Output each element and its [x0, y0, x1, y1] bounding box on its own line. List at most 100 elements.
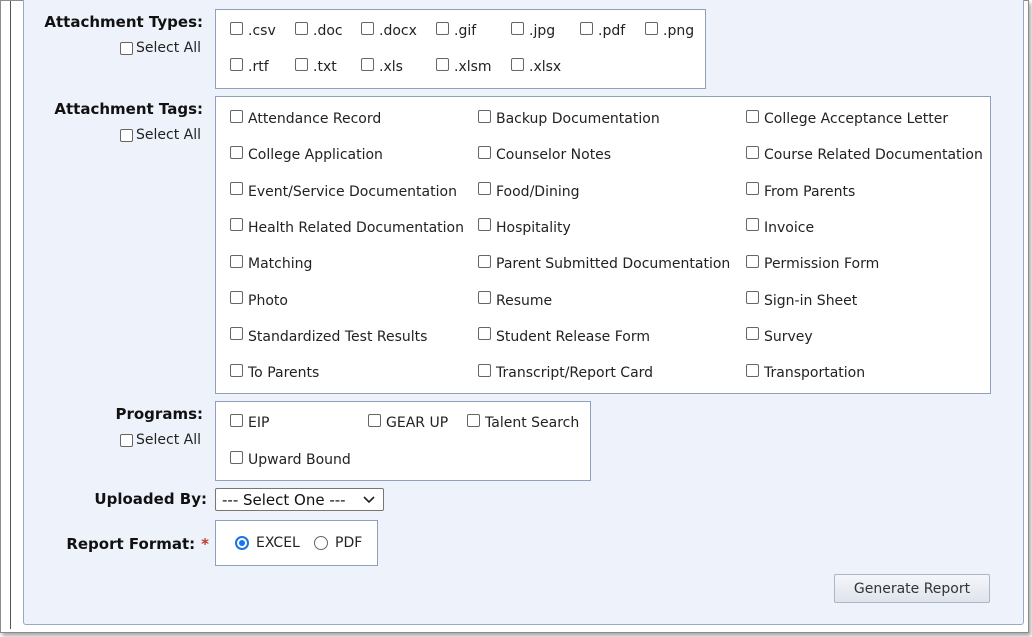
type-option[interactable]: .csv	[230, 21, 276, 39]
tag-option[interactable]: Attendance Record	[230, 109, 381, 127]
checkbox[interactable]	[478, 109, 491, 123]
option-label: EIP	[248, 415, 270, 431]
checkbox[interactable]	[746, 218, 759, 232]
program-option-talent-search[interactable]: Talent Search	[467, 413, 579, 431]
type-option[interactable]: .png	[645, 21, 694, 39]
type-option[interactable]: .rtf	[230, 57, 269, 75]
select-all-checkbox[interactable]	[120, 41, 133, 55]
select-all-checkbox[interactable]	[120, 128, 133, 142]
checkbox[interactable]	[230, 291, 243, 304]
checkbox[interactable]	[645, 21, 658, 35]
checkbox[interactable]	[295, 57, 308, 71]
checkbox[interactable]	[230, 21, 243, 35]
checkbox[interactable]	[230, 145, 243, 159]
tag-option[interactable]: Student Release Form	[478, 327, 650, 345]
tag-option[interactable]: Health Related Documentation	[230, 218, 464, 236]
checkbox[interactable]	[478, 327, 491, 341]
select-all-checkbox[interactable]	[120, 433, 133, 447]
checkbox[interactable]	[746, 291, 759, 304]
checkbox[interactable]	[368, 413, 381, 427]
tag-option[interactable]: Hospitality	[478, 218, 571, 236]
checkbox[interactable]	[478, 218, 491, 232]
tag-option[interactable]: Food/Dining	[478, 182, 580, 200]
left-divider	[10, 1, 11, 629]
tag-option[interactable]: From Parents	[746, 182, 855, 200]
tag-option[interactable]: Event/Service Documentation	[230, 182, 457, 200]
type-option[interactable]: .jpg	[511, 21, 555, 39]
checkbox[interactable]	[295, 21, 308, 35]
tag-option[interactable]: Transportation	[746, 363, 865, 381]
tag-option[interactable]: To Parents	[230, 363, 320, 382]
checkbox[interactable]	[746, 182, 759, 196]
checkbox[interactable]	[230, 57, 243, 71]
option-label: Photo	[248, 292, 288, 309]
checkbox[interactable]	[230, 363, 243, 377]
tag-option[interactable]: Parent Submitted Documentation	[478, 254, 730, 272]
format-option-pdf[interactable]: PDF	[314, 535, 362, 551]
radio-button[interactable]	[314, 536, 328, 550]
option-label: GEAR UP	[386, 415, 449, 431]
tag-option[interactable]: Transcript/Report Card	[478, 363, 653, 381]
tag-option[interactable]: Counselor Notes	[478, 145, 611, 163]
checkbox[interactable]	[478, 291, 491, 304]
checkbox[interactable]	[230, 218, 243, 232]
checkbox[interactable]	[436, 21, 449, 35]
checkbox[interactable]	[511, 21, 524, 35]
tag-option[interactable]: Permission Form	[746, 254, 880, 273]
tag-option[interactable]: Photo	[230, 291, 288, 309]
type-option[interactable]: .pdf	[580, 21, 625, 39]
format-option-excel[interactable]: EXCEL	[235, 535, 300, 551]
option-label: To Parents	[248, 365, 320, 382]
checkbox[interactable]	[361, 57, 374, 71]
type-option[interactable]: .doc	[295, 21, 343, 39]
program-option-gear-up[interactable]: GEAR UP	[368, 413, 449, 431]
tag-option[interactable]: Course Related Documentation	[746, 145, 983, 164]
checkbox[interactable]	[478, 145, 491, 159]
tag-option[interactable]: Backup Documentation	[478, 109, 660, 127]
checkbox[interactable]	[746, 327, 759, 341]
checkbox[interactable]	[230, 254, 243, 268]
attachment-tags-select-all[interactable]: Select All	[120, 127, 201, 143]
checkbox[interactable]	[230, 109, 243, 123]
checkbox[interactable]	[511, 57, 524, 71]
generate-report-button[interactable]: Generate Report	[834, 574, 990, 603]
programs-select-all[interactable]: Select All	[120, 432, 201, 448]
type-option[interactable]: .docx	[361, 21, 417, 39]
checkbox[interactable]	[746, 254, 759, 268]
checkbox[interactable]	[230, 450, 243, 464]
type-option[interactable]: .txt	[295, 57, 337, 75]
attachment-types-select-all[interactable]: Select All	[120, 40, 201, 56]
program-option-upward-bound[interactable]: Upward Bound	[230, 450, 351, 468]
type-option[interactable]: .xlsm	[436, 57, 492, 75]
type-option[interactable]: .xlsx	[511, 57, 561, 75]
uploaded-by-select[interactable]: --- Select One ---	[215, 488, 384, 511]
checkbox[interactable]	[580, 21, 593, 35]
program-option-eip[interactable]: EIP	[230, 413, 270, 431]
tag-option[interactable]: Survey	[746, 327, 813, 345]
checkbox[interactable]	[361, 21, 374, 35]
option-label: Course Related Documentation	[764, 147, 983, 164]
checkbox[interactable]	[746, 145, 759, 159]
checkbox[interactable]	[230, 182, 243, 196]
tag-option[interactable]: Invoice	[746, 218, 814, 236]
radio-button-selected[interactable]	[235, 536, 249, 550]
option-label: Food/Dining	[496, 183, 580, 200]
checkbox[interactable]	[230, 327, 243, 341]
checkbox[interactable]	[467, 413, 480, 427]
tag-option[interactable]: College Application	[230, 145, 383, 163]
checkbox[interactable]	[436, 57, 449, 71]
option-label: Permission Form	[764, 256, 880, 273]
type-option[interactable]: .xls	[361, 57, 403, 75]
checkbox[interactable]	[478, 363, 491, 377]
checkbox[interactable]	[478, 254, 491, 268]
tag-option[interactable]: Standardized Test Results	[230, 327, 427, 345]
checkbox[interactable]	[230, 413, 243, 427]
tag-option[interactable]: Matching	[230, 254, 312, 272]
type-option[interactable]: .gif	[436, 21, 476, 39]
checkbox[interactable]	[478, 182, 491, 196]
tag-option[interactable]: Sign-in Sheet	[746, 291, 857, 309]
tag-option[interactable]: Resume	[478, 291, 552, 309]
checkbox[interactable]	[746, 363, 759, 377]
tag-option[interactable]: College Acceptance Letter	[746, 109, 948, 127]
checkbox[interactable]	[746, 109, 759, 123]
